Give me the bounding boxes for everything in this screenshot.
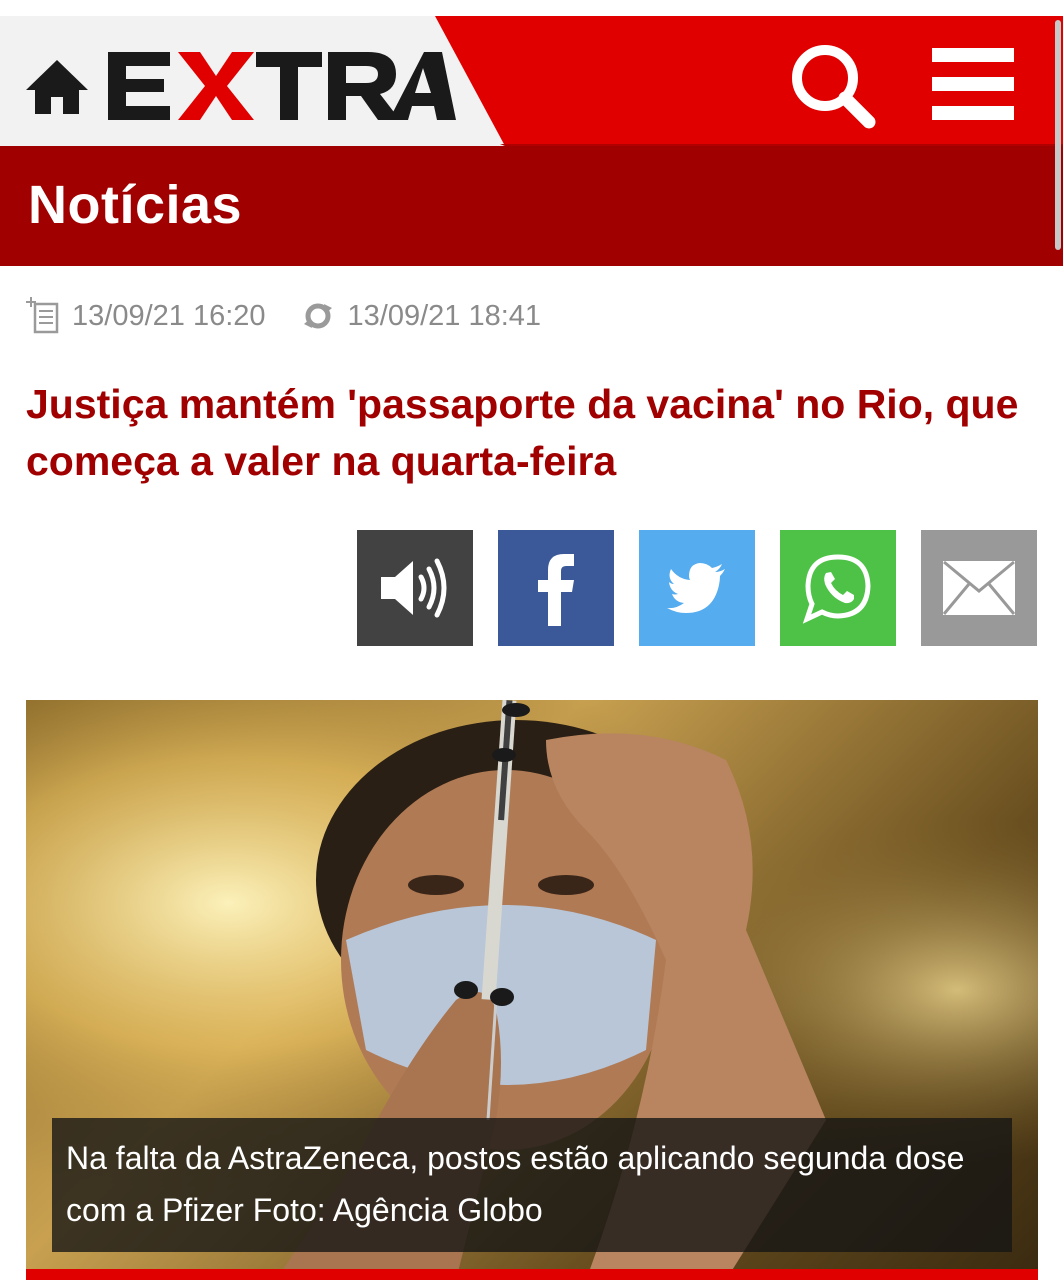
share-facebook-button[interactable]	[498, 530, 614, 646]
scrollbar[interactable]	[1055, 20, 1061, 250]
site-header	[0, 16, 1063, 146]
facebook-icon	[538, 554, 574, 626]
updated-date: 13/09/21 18:41	[347, 299, 542, 332]
bottom-red-bar	[26, 1269, 1038, 1280]
whatsapp-icon	[802, 554, 871, 624]
top-strip	[0, 0, 1063, 16]
photo-caption: Na falta da AstraZeneca, postos estão ap…	[52, 1118, 1012, 1252]
section-title[interactable]: Notícias	[28, 174, 242, 236]
menu-button[interactable]	[928, 44, 1018, 124]
search-icon	[792, 45, 876, 129]
published-date: 13/09/21 16:20	[72, 299, 266, 332]
home-icon	[26, 60, 88, 114]
article-headline: Justiça mantém 'passaporte da vacina' no…	[26, 381, 1019, 484]
share-email-button[interactable]	[921, 530, 1037, 646]
share-whatsapp-button[interactable]	[780, 530, 896, 646]
audio-speaker-icon	[381, 558, 447, 618]
twitter-icon	[667, 563, 725, 613]
update-icon	[303, 303, 332, 329]
section-bar: Notícias	[0, 146, 1063, 266]
search-button[interactable]	[785, 38, 880, 133]
extra-logo[interactable]	[106, 46, 456, 124]
hamburger-menu-icon	[932, 48, 1014, 120]
listen-audio-button[interactable]	[357, 530, 473, 646]
article-meta: 13/09/21 16:20 13/09/21 18:41	[26, 294, 541, 338]
email-icon	[942, 560, 1016, 615]
document-icon	[26, 297, 59, 334]
home-button[interactable]	[22, 50, 92, 120]
share-twitter-button[interactable]	[639, 530, 755, 646]
